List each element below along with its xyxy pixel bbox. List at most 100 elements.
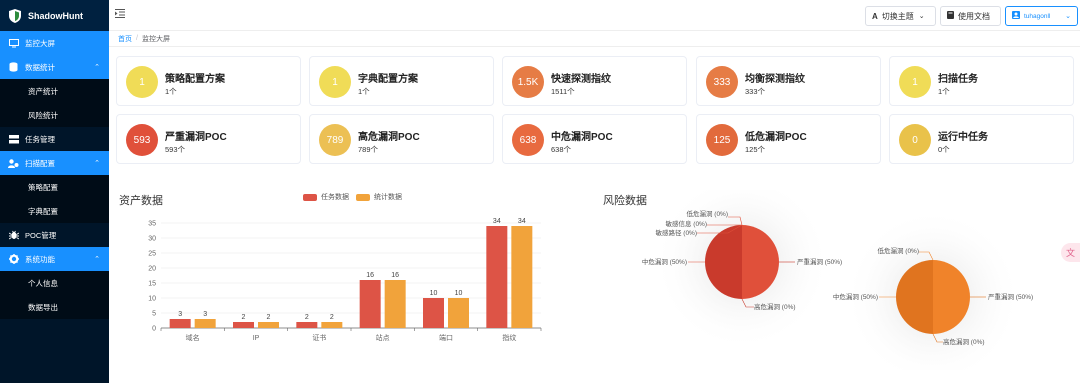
stat-sub: 593个 [165, 145, 186, 154]
stat-card-running-tasks[interactable]: 0 运行中任务 0个 [889, 114, 1074, 164]
bar-stats[interactable] [384, 280, 406, 328]
stat-card-medium-poc[interactable]: 638 中危漏洞POC 638个 [502, 114, 687, 164]
stat-sub: 125个 [745, 145, 766, 154]
sidebar-item-label: 系统功能 [25, 254, 55, 264]
bar-value-label: 2 [330, 314, 334, 321]
stat-title: 扫描任务 [938, 74, 978, 85]
stat-title: 高危漏洞POC [358, 132, 420, 143]
user-name: tuhagonll [1024, 12, 1051, 20]
bar-task[interactable] [423, 298, 444, 328]
chevron-up-icon: ⌃ [94, 64, 100, 71]
stat-sub: 1个 [938, 87, 950, 96]
stat-card-low-poc[interactable]: 125 低危漏洞POC 125个 [696, 114, 881, 164]
bar-value-label: 2 [267, 314, 271, 321]
sidebar-item-monitor[interactable]: 监控大屏 [0, 31, 109, 55]
stat-circle: 1.5K [512, 66, 544, 98]
app-logo[interactable]: ShadowHunt [0, 0, 109, 31]
y-tick-label: 20 [148, 266, 156, 273]
stat-card-critical-poc[interactable]: 593 严重漏洞POC 593个 [116, 114, 301, 164]
pie-label: 中危漏洞 (50%) [642, 257, 687, 266]
sidebar-item-profile[interactable]: 个人信息 [0, 271, 109, 295]
sidebar-item-risk-stats[interactable]: 风险统计 [0, 103, 109, 127]
stat-circle: 789 [319, 124, 351, 156]
bar-stats[interactable] [258, 322, 279, 328]
sidebar-item-poc-management[interactable]: POC管理 [0, 223, 109, 247]
chevron-down-icon: ⌄ [1065, 13, 1071, 20]
switch-theme-label: 切换主题 [881, 11, 914, 21]
x-tick-label: 域名 [186, 333, 200, 342]
bar-value-label: 16 [366, 272, 374, 279]
docs-button[interactable]: 使用文档 [940, 6, 1001, 26]
stat-card-high-poc[interactable]: 789 高危漏洞POC 789个 [309, 114, 494, 164]
gear-icon [8, 254, 19, 264]
pie-label: 低危漏洞 (0%) [877, 246, 919, 255]
stat-circle: 593 [126, 124, 158, 156]
bar-task[interactable] [169, 319, 191, 328]
database-icon [8, 62, 19, 72]
stat-card-balanced-fingerprint[interactable]: 333 均衡探测指纹 333个 [696, 56, 881, 106]
pie-label: 严重漏洞 (50%) [988, 292, 1033, 301]
legend-task-data[interactable]: 任务数据 [303, 192, 349, 202]
sidebar-item-label: 数据统计 [25, 62, 55, 72]
sidebar-item-asset-stats[interactable]: 资产统计 [0, 79, 109, 103]
stat-title: 均衡探测指纹 [745, 74, 805, 85]
stat-card-scan-tasks[interactable]: 1 扫描任务 1个 [889, 56, 1074, 106]
stat-title: 严重漏洞POC [165, 132, 227, 143]
bar-value-label: 3 [178, 311, 182, 318]
bar-stats[interactable] [511, 226, 533, 328]
stat-title: 中危漏洞POC [551, 132, 613, 143]
sidebar-collapse-icon[interactable] [115, 9, 125, 19]
sidebar-item-task-management[interactable]: 任务管理 [0, 127, 109, 151]
chevron-up-icon: ⌃ [94, 160, 100, 167]
sidebar: ShadowHunt 监控大屏 数据统计 ⌃ 资产统计 风险统计 任务管理 扫描… [0, 0, 109, 383]
sidebar-item-dict-config[interactable]: 字典配置 [0, 199, 109, 223]
legend-swatch [303, 193, 317, 201]
legend-label: 统计数据 [374, 194, 402, 201]
x-tick-label: 站点 [376, 333, 390, 342]
pie-label: 中危漏洞 (50%) [833, 292, 878, 301]
bar-stats[interactable] [448, 298, 469, 328]
user-menu-button[interactable]: tuhagonll ⌄ [1005, 6, 1078, 26]
stat-sub: 1511个 [551, 87, 575, 96]
bar-stats[interactable] [194, 319, 216, 328]
top-header: A 切换主题 ⌄ 使用文档 tuhagonll ⌄ [109, 0, 1080, 31]
pie-label: 高危漏洞 (0%) [754, 302, 796, 311]
breadcrumb: 首页 / 监控大屏 [109, 31, 1080, 47]
switch-theme-button[interactable]: A 切换主题 ⌄ [865, 6, 936, 26]
y-tick-label: 35 [148, 221, 156, 228]
submenu-scan-config: 策略配置 字典配置 [0, 175, 109, 223]
breadcrumb-separator: / [136, 35, 138, 42]
sidebar-item-system[interactable]: 系统功能 ⌃ [0, 247, 109, 271]
x-tick-label: 证书 [312, 333, 326, 342]
bar-value-label: 3 [203, 311, 207, 318]
bar-task[interactable] [486, 226, 508, 328]
monitor-icon [8, 38, 19, 48]
breadcrumb-home[interactable]: 首页 [118, 34, 132, 44]
stat-card-dict[interactable]: 1 字典配置方案 1个 [309, 56, 494, 106]
stat-card-fast-fingerprint[interactable]: 1.5K 快速探测指纹 1511个 [502, 56, 687, 106]
sidebar-item-data-stats[interactable]: 数据统计 ⌃ [0, 55, 109, 79]
stat-card-policy[interactable]: 1 策略配置方案 1个 [116, 56, 301, 106]
stat-circle: 1 [899, 66, 931, 98]
submenu-system: 个人信息 数据导出 [0, 271, 109, 319]
y-tick-label: 10 [148, 296, 156, 303]
translate-float-button[interactable]: 文 [1061, 243, 1080, 262]
bar-task[interactable] [359, 280, 381, 328]
bar-stats[interactable] [321, 322, 343, 328]
risk-pie-charts: 低危漏洞 (0%)敏感信息 (0%)敏感路径 (0%)中危漏洞 (50%) 严重漏… [642, 190, 1033, 370]
bar-task[interactable] [233, 322, 254, 328]
asset-section-title: 资产数据 [119, 195, 163, 207]
sidebar-item-export[interactable]: 数据导出 [0, 295, 109, 319]
legend-label: 任务数据 [321, 194, 349, 201]
chevron-up-icon: ⌃ [94, 256, 100, 263]
x-tick-label: IP [253, 335, 260, 342]
sidebar-item-policy-config[interactable]: 策略配置 [0, 175, 109, 199]
book-icon [947, 11, 954, 21]
legend-stats-data[interactable]: 统计数据 [356, 192, 402, 202]
bar-value-label: 10 [455, 290, 463, 297]
user-icon [1012, 11, 1020, 21]
sidebar-item-scan-config[interactable]: 扫描配置 ⌃ [0, 151, 109, 175]
y-tick-label: 15 [148, 281, 156, 288]
bar-task[interactable] [296, 322, 318, 328]
pie-label: 敏感信息 (0%) [665, 219, 707, 228]
